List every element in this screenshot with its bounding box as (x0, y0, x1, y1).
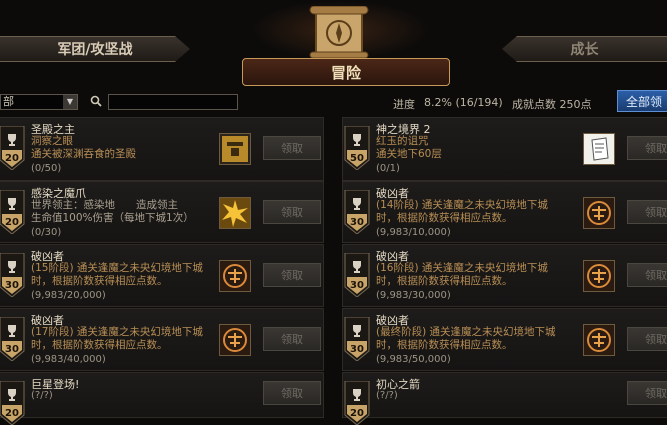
achievement-progress: (0/1) (376, 163, 400, 174)
progress-label: 进度 (393, 98, 415, 111)
achievement-card: 30 破凶者 (14阶段) 通关逢魔之未央幻境地下城时，根据阶数获得相应点数。 (9,… (342, 181, 667, 243)
trophy-badge-icon: 30 (0, 317, 25, 361)
trophy-icon (8, 325, 16, 337)
claim-button[interactable]: 领取 (263, 381, 321, 405)
claim-button[interactable]: 领取 (263, 327, 321, 351)
badge-points: 30 (350, 280, 364, 291)
achievement-description: (14阶段) 通关逢魔之未央幻境地下城时，根据阶数获得相应点数。 (376, 199, 548, 224)
achievement-progress: (0/50) (31, 163, 62, 174)
achievement-card: 20 巨星登场! (?/?) 领取 (0, 372, 324, 425)
achievement-progress: (9,983/10,000) (376, 227, 451, 238)
emblem-icon[interactable] (219, 260, 251, 292)
category-select-value: 部 (3, 95, 14, 108)
badge-points: 20 (5, 408, 19, 419)
achievement-progress: (9,983/40,000) (31, 354, 106, 365)
tab-label: 成长 (570, 42, 599, 58)
trophy-badge-icon: 30 (344, 317, 370, 361)
claim-button[interactable]: 领取 (263, 263, 321, 287)
claim-button[interactable]: 领取 (627, 263, 667, 287)
trophy-icon (8, 198, 16, 210)
trophy-badge-icon: 50 (344, 126, 370, 170)
achievement-card: 30 破凶者 (最终阶段) 通关逢魔之未央幻境地下城时，根据阶数获得相应点数。 (9,… (342, 308, 667, 371)
category-select[interactable]: 部 ▼ (0, 94, 78, 110)
claim-button[interactable]: 领取 (627, 381, 667, 405)
achievement-card: 30 破凶者 (17阶段) 通关逢魔之未央幻境地下城时，根据阶数获得相应点数。 (9,… (0, 308, 324, 371)
achievement-progress: (9,983/30,000) (376, 290, 451, 301)
achievement-card: 50 神之境界 2 红玉的诅咒 通关地下60层 (0/1) 领取 (342, 117, 667, 181)
chevron-down-icon[interactable]: ▼ (63, 95, 77, 109)
tab-label: 军团/攻坚战 (57, 42, 133, 58)
achievement-progress: (0/30) (31, 227, 62, 238)
tab-legion-siege[interactable]: 军团/攻坚战 (0, 36, 190, 62)
trophy-badge-icon: 30 (0, 253, 25, 297)
achievement-card: 20 圣殿之主 洞察之眼 通关被深渊吞食的圣殿 (0/50) 领取 (0, 117, 324, 181)
tab-growth[interactable]: 成长 (502, 36, 667, 62)
badge-points: 20 (5, 153, 19, 164)
achievement-description: (16阶段) 通关逢魔之未央幻境地下城时，根据阶数获得相应点数。 (376, 262, 548, 287)
badge-points: 30 (5, 344, 19, 355)
trophy-icon (353, 325, 361, 337)
achievement-description: 世界领主：感染地 造成领主 生命值100%伤害（每地下城1次） (31, 199, 194, 224)
map-piece-icon[interactable] (219, 133, 251, 165)
achievement-card: 20 感染之魔爪 世界领主：感染地 造成领主 生命值100%伤害（每地下城1次） (0… (0, 181, 324, 243)
emblem-icon[interactable] (583, 324, 615, 356)
achievement-card: 30 破凶者 (15阶段) 通关逢魔之未央幻境地下城时，根据阶数获得相应点数。 (9,… (0, 244, 324, 307)
trophy-badge-icon: 20 (0, 190, 25, 234)
trophy-badge-icon: 20 (0, 381, 25, 425)
badge-points: 30 (350, 344, 364, 355)
emblem-icon[interactable] (219, 324, 251, 356)
search-icon[interactable] (90, 95, 102, 107)
trophy-icon (353, 198, 361, 210)
claim-button[interactable]: 领取 (627, 200, 667, 224)
trophy-badge-icon: 20 (344, 381, 370, 425)
emblem-icon[interactable] (583, 197, 615, 229)
trophy-badge-icon: 30 (344, 190, 370, 234)
badge-points: 20 (5, 217, 19, 228)
badge-points: 30 (5, 280, 19, 291)
trophy-icon (8, 261, 16, 273)
achievement-points: 成就点数 250点 (512, 98, 592, 111)
tab-adventure[interactable]: 冒险 (242, 58, 450, 86)
claim-button[interactable]: 领取 (627, 327, 667, 351)
trophy-icon (8, 389, 16, 401)
starburst-icon[interactable] (219, 197, 251, 229)
trophy-icon (353, 389, 361, 401)
tab-label: 冒险 (330, 63, 361, 82)
achievement-progress: (9,983/20,000) (31, 290, 106, 301)
achievement-description: 红玉的诅咒 通关地下60层 (376, 135, 442, 160)
badge-points: 20 (350, 408, 364, 419)
emblem-icon[interactable] (583, 260, 615, 292)
progress-value: 8.2% (16/194) (424, 96, 503, 109)
achievement-description: (15阶段) 通关逢魔之未央幻境地下城时，根据阶数获得相应点数。 (31, 262, 203, 287)
trophy-icon (353, 134, 361, 146)
scroll-emblem-icon (309, 6, 369, 58)
achievement-description: (17阶段) 通关逢魔之未央幻境地下城时，根据阶数获得相应点数。 (31, 326, 203, 351)
claim-button[interactable]: 领取 (263, 136, 321, 160)
receive-all-label: 全部领 (626, 94, 663, 109)
trophy-badge-icon: 30 (344, 253, 370, 297)
claim-button[interactable]: 领取 (263, 200, 321, 224)
achievement-card: 30 破凶者 (16阶段) 通关逢魔之未央幻境地下城时，根据阶数获得相应点数。 (9,… (342, 244, 667, 307)
achievement-card: 20 初心之箭 (?/?) 领取 (342, 372, 667, 425)
achievement-progress: (?/?) (376, 390, 398, 401)
search-input[interactable] (108, 94, 238, 110)
badge-points: 50 (350, 153, 364, 164)
document-icon[interactable] (583, 133, 615, 165)
achievement-progress: (?/?) (31, 390, 53, 401)
receive-all-button[interactable]: 全部领 (617, 90, 667, 112)
badge-points: 30 (350, 217, 364, 228)
trophy-icon (8, 134, 16, 146)
achievement-description: (最终阶段) 通关逢魔之未央幻境地下城时，根据阶数获得相应点数。 (376, 326, 556, 351)
trophy-badge-icon: 20 (0, 126, 25, 170)
achievement-progress: (9,983/50,000) (376, 354, 451, 365)
trophy-icon (353, 261, 361, 273)
achievement-description: 洞察之眼 通关被深渊吞食的圣殿 (31, 135, 136, 160)
claim-button[interactable]: 领取 (627, 136, 667, 160)
